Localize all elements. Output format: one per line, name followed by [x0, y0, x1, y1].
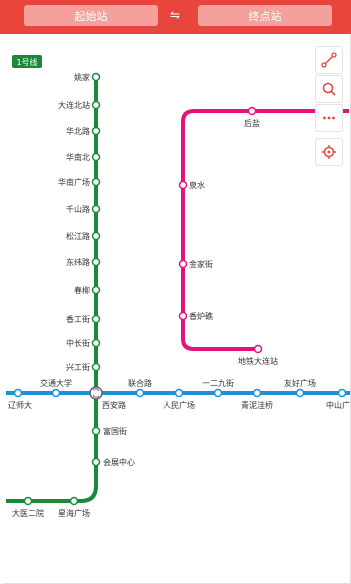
top-bar: 起始站 ⇋ 终点站	[0, 0, 351, 34]
station-dot	[91, 257, 101, 267]
station-label[interactable]: 友好广场	[284, 378, 316, 388]
station-dot	[91, 204, 101, 214]
station-label[interactable]: 泉水	[189, 180, 205, 190]
station-dot	[253, 344, 263, 354]
station-dot	[295, 388, 305, 398]
station-dot	[337, 388, 347, 398]
station-dot	[23, 496, 33, 506]
station-dot	[91, 126, 101, 136]
metro-map[interactable]: 1号线 姚家 大连北站 华北路 华南北 华南广场 千山路 松江路 东纬路 春柳 …	[0, 34, 351, 584]
station-label[interactable]: 春柳	[74, 285, 90, 295]
more-icon[interactable]	[315, 104, 343, 132]
from-station-button[interactable]: 起始站	[24, 5, 158, 26]
station-label[interactable]: 华南北	[66, 152, 90, 162]
station-label[interactable]: 千山路	[66, 204, 90, 214]
station-label[interactable]: 华南广场	[58, 177, 90, 187]
line1-badge: 1号线	[16, 57, 37, 67]
station-dot	[91, 314, 101, 324]
station-label[interactable]: 中长街	[66, 338, 90, 348]
station-label[interactable]: 松江路	[66, 231, 90, 241]
station-label[interactable]: 大医二院	[12, 508, 44, 518]
station-dot	[91, 152, 101, 162]
station-dot	[247, 106, 257, 116]
station-label[interactable]: 姚家	[74, 72, 90, 82]
station-label[interactable]: 西安路	[102, 400, 126, 410]
pink-line-stations: 后盐 泉水 金家街 香炉礁 地铁大连站	[178, 106, 278, 366]
search-icon[interactable]	[315, 75, 343, 103]
station-dot	[178, 259, 188, 269]
station-dot	[91, 177, 101, 187]
station-dot	[91, 457, 101, 467]
route-icon[interactable]	[315, 46, 343, 74]
swap-icon[interactable]: ⇋	[170, 7, 180, 23]
station-label[interactable]: 后盐	[244, 118, 260, 128]
station-label[interactable]: 富国街	[103, 426, 127, 436]
station-dot	[178, 180, 188, 190]
station-label[interactable]: 金家街	[189, 259, 213, 269]
station-label[interactable]: 香工街	[66, 314, 90, 324]
station-dot	[91, 426, 101, 436]
station-dot	[51, 388, 61, 398]
station-dot	[91, 362, 101, 372]
station-label[interactable]: 人民广场	[163, 400, 195, 410]
station-label[interactable]: 青泥洼桥	[241, 400, 273, 410]
line1-stations: 姚家 大连北站 华北路 华南北 华南广场 千山路 松江路 东纬路 春柳 香工街 …	[12, 72, 135, 518]
station-label[interactable]: 东纬路	[66, 257, 90, 267]
station-dot	[213, 388, 223, 398]
blue-line-stations: 辽师大 交通大学 联合路 人民广场 一二九街 青泥洼桥 友好广场 中山广	[8, 378, 350, 410]
station-label[interactable]: 会展中心	[103, 457, 135, 467]
station-dot	[69, 496, 79, 506]
station-dot	[13, 388, 23, 398]
station-label[interactable]: 辽师大	[8, 400, 32, 410]
station-label[interactable]: 华北路	[66, 126, 90, 136]
to-station-button[interactable]: 终点站	[198, 5, 332, 26]
station-label[interactable]: 星海广场	[58, 508, 90, 518]
station-label[interactable]: 一二九街	[202, 378, 234, 388]
station-dot	[91, 338, 101, 348]
station-label[interactable]: 兴工街	[66, 362, 90, 372]
station-label[interactable]: 地铁大连站	[238, 356, 278, 366]
station-label[interactable]: 大连北站	[58, 100, 90, 110]
station-label[interactable]: 联合路	[128, 378, 152, 388]
transfer-station-xian-lu[interactable]	[89, 386, 103, 400]
station-dot	[252, 388, 262, 398]
station-dot	[91, 100, 101, 110]
station-dot	[135, 388, 145, 398]
station-dot	[91, 72, 101, 82]
station-label[interactable]: 中山广	[326, 400, 350, 410]
station-dot	[178, 311, 188, 321]
station-dot	[174, 388, 184, 398]
locate-icon[interactable]	[315, 138, 343, 166]
station-label[interactable]: 香炉礁	[189, 311, 213, 321]
station-dot	[91, 231, 101, 241]
station-label[interactable]: 交通大学	[40, 378, 72, 388]
station-dot	[91, 285, 101, 295]
metro-map-canvas[interactable]: 1号线 姚家 大连北站 华北路 华南北 华南广场 千山路 松江路 东纬路 春柳 …	[6, 34, 350, 583]
